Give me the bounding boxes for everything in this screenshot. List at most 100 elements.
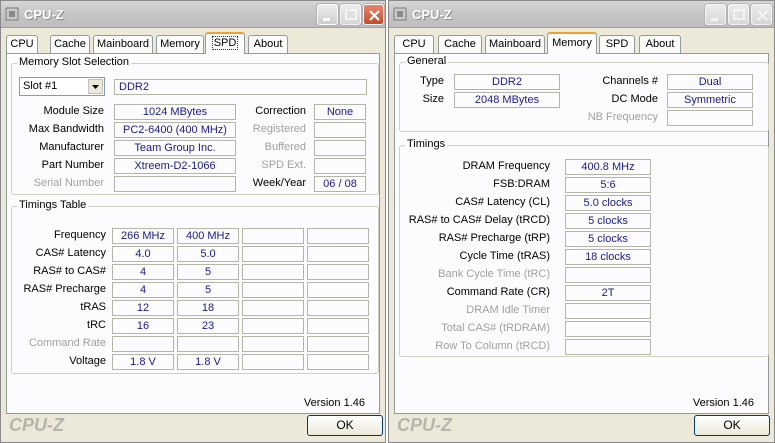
timing-value: 5:6 [565, 177, 651, 193]
timing-label: RAS# to CAS# Delay (tRCD) [408, 214, 550, 226]
timing-value-cell [242, 318, 304, 334]
timing-value-cell [242, 246, 304, 262]
tab-cache[interactable]: Cache [50, 35, 90, 54]
timing-label: DRAM Idle Timer [466, 304, 550, 316]
registered-label: Registered [252, 123, 306, 135]
tab-about[interactable]: About [639, 35, 681, 54]
tab-spd[interactable]: SPD [205, 32, 245, 54]
title-bar[interactable]: CPU-Z [389, 1, 774, 28]
timing-row-label: tRAS [80, 301, 106, 313]
timing-row-label: Command Rate [28, 337, 106, 349]
memory-slot-selection-group: Memory Slot Selection Slot #1 DDR2 Modul… [11, 56, 379, 195]
timing-value-cell [307, 228, 369, 244]
window-title: CPU-Z [412, 7, 452, 22]
ok-button[interactable]: OK [307, 415, 383, 436]
timing-value-cell [307, 336, 369, 352]
tab-spd[interactable]: SPD [599, 35, 635, 54]
max-bandwidth-field: PC2-6400 (400 MHz) [114, 122, 236, 138]
timing-value-cell: 18 [177, 300, 239, 316]
type-label: Type [420, 75, 444, 87]
timing-value-cell: 400 MHz [177, 228, 239, 244]
week-year-field: 06 / 08 [314, 176, 366, 192]
dropdown-arrow-icon [88, 79, 103, 94]
timing-value [565, 303, 651, 319]
registered-field [314, 122, 366, 138]
tab-cpu[interactable]: CPU [394, 35, 434, 54]
timing-label: Cycle Time (tRAS) [459, 250, 550, 262]
cpuz-logo: CPU-Z [397, 415, 452, 435]
serial-number-field [114, 176, 236, 192]
minimize-icon [323, 18, 330, 21]
tab-memory[interactable]: Memory [547, 32, 597, 54]
timing-value-cell [307, 246, 369, 262]
size-label: Size [422, 93, 444, 105]
tab-about[interactable]: About [248, 35, 288, 54]
close-icon [369, 10, 380, 21]
timing-value-cell: 23 [177, 318, 239, 334]
timing-row-label: Frequency [54, 229, 106, 241]
timing-value: 2T [565, 285, 651, 301]
maximize-icon [733, 9, 745, 20]
minimize-button[interactable] [705, 4, 726, 25]
version-label: Version 1.46 [692, 397, 754, 409]
spd-ext-field [314, 158, 366, 174]
timing-value-cell [112, 336, 174, 352]
tab-cache[interactable]: Cache [438, 35, 482, 54]
timing-value-cell: 4 [112, 264, 174, 280]
maximize-button[interactable] [340, 4, 361, 25]
cpuz-app-icon [393, 7, 407, 21]
timing-value-cell: 5 [177, 264, 239, 280]
tab-mainboard[interactable]: Mainboard [485, 35, 545, 54]
memory-type-field: DDR2 [114, 79, 367, 95]
timing-label: DRAM Frequency [462, 160, 550, 172]
spd-ext-label: SPD Ext. [261, 159, 306, 171]
timing-value-cell [307, 354, 369, 370]
timing-value-cell: 16 [112, 318, 174, 334]
group-title: Timings [405, 138, 448, 150]
minimize-button[interactable] [317, 4, 338, 25]
title-bar[interactable]: CPU-Z [1, 1, 385, 28]
module-size-label: Module Size [43, 105, 104, 117]
timing-label: RAS# Precharge (tRP) [438, 232, 550, 244]
timing-value-cell [242, 336, 304, 352]
size-field: 2048 MBytes [454, 92, 560, 108]
timing-row-label: RAS# Precharge [23, 283, 106, 295]
version-label: Version 1.46 [303, 397, 365, 409]
ok-button[interactable]: OK [694, 415, 770, 436]
timing-row-label: RAS# to CAS# [33, 265, 106, 277]
tab-cpu[interactable]: CPU [6, 35, 38, 54]
timing-value-cell [242, 300, 304, 316]
part-number-label: Part Number [41, 159, 104, 171]
timing-value-cell: 4.0 [112, 246, 174, 262]
memory-panel: General Type DDR2 Size 2048 MBytes Chann… [394, 53, 769, 414]
timing-value-cell: 5.0 [177, 246, 239, 262]
timing-value [565, 267, 651, 283]
group-title: General [405, 55, 449, 67]
timing-value-cell [242, 354, 304, 370]
group-title: Memory Slot Selection [17, 56, 132, 68]
cpuz-app-icon [5, 7, 19, 21]
part-number-field: Xtreem-D2-1066 [114, 158, 236, 174]
correction-label: Correction [255, 105, 306, 117]
type-field: DDR2 [454, 74, 560, 90]
timing-value-cell [307, 318, 369, 334]
timing-value-cell: 266 MHz [112, 228, 174, 244]
general-group: General Type DDR2 Size 2048 MBytes Chann… [399, 55, 769, 132]
timing-label: Command Rate (CR) [446, 286, 550, 298]
manufacturer-field: Team Group Inc. [114, 140, 236, 156]
maximize-button[interactable] [728, 4, 749, 25]
spd-panel: Memory Slot Selection Slot #1 DDR2 Modul… [6, 53, 380, 414]
nb-frequency-field [667, 110, 753, 126]
timing-value: 18 clocks [565, 249, 651, 265]
module-size-field: 1024 MBytes [114, 104, 236, 120]
tab-memory[interactable]: Memory [156, 35, 204, 54]
close-button[interactable] [363, 4, 384, 25]
slot-select[interactable]: Slot #1 [19, 77, 105, 96]
timing-label: CAS# Latency (CL) [455, 196, 550, 208]
cpuz-window-spd: CPU-Z CPU Cache Mainboard Memory SPD Abo… [0, 0, 386, 443]
timing-row-label: Voltage [69, 355, 106, 367]
tab-mainboard[interactable]: Mainboard [93, 35, 153, 54]
timing-value: 5 clocks [565, 231, 651, 247]
close-button[interactable] [751, 4, 772, 25]
timing-value-cell [307, 264, 369, 280]
